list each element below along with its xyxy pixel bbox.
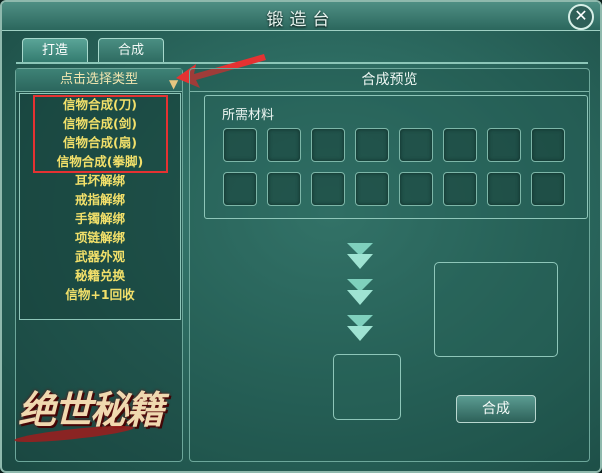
- type-list-panel: 点击选择类型 ▼ 信物合成(刀) 信物合成(剑) 信物合成(扇) 信物合成(拳脚…: [13, 68, 183, 462]
- preview-panel: 合成预览 所需材料 合成: [189, 68, 590, 462]
- material-slot[interactable]: [223, 128, 257, 162]
- materials-box: 所需材料: [204, 95, 588, 219]
- material-slot[interactable]: [355, 128, 389, 162]
- material-slot[interactable]: [311, 172, 345, 206]
- forge-window: 锻造台 ✕ 打造 合成 点击选择类型 ▼ 信物合成(刀) 信物合成(剑) 信物合…: [0, 0, 602, 473]
- list-item[interactable]: 秘籍兑换: [20, 266, 180, 285]
- material-slot[interactable]: [531, 172, 565, 206]
- close-button[interactable]: ✕: [568, 4, 594, 30]
- down-arrow-icon: [347, 243, 373, 269]
- material-slot[interactable]: [487, 172, 521, 206]
- game-logo: 绝世秘籍: [13, 379, 180, 459]
- list-item[interactable]: 武器外观: [20, 247, 180, 266]
- materials-label: 所需材料: [222, 108, 275, 123]
- tab-forge[interactable]: 打造: [22, 38, 88, 63]
- tab-divider: [16, 62, 588, 64]
- list-item[interactable]: 项链解绑: [20, 228, 180, 247]
- type-list: 信物合成(刀) 信物合成(剑) 信物合成(扇) 信物合成(拳脚) 耳坏解绑 戒指…: [19, 93, 181, 320]
- material-slot[interactable]: [223, 172, 257, 206]
- logo-text: 绝世秘籍: [18, 387, 164, 432]
- synthesize-button[interactable]: 合成: [456, 395, 536, 423]
- window-title: 锻造台: [266, 10, 336, 30]
- preview-title: 合成预览: [190, 69, 589, 92]
- material-slot[interactable]: [531, 128, 565, 162]
- material-slot[interactable]: [267, 172, 301, 206]
- down-arrow-icon: [347, 279, 373, 305]
- output-item-slot[interactable]: [333, 354, 401, 420]
- material-slot[interactable]: [443, 172, 477, 206]
- list-item[interactable]: 手镯解绑: [20, 209, 180, 228]
- tab-synthesis[interactable]: 合成: [98, 38, 164, 63]
- list-item[interactable]: 戒指解绑: [20, 190, 180, 209]
- list-item[interactable]: 耳坏解绑: [20, 171, 180, 190]
- material-slot[interactable]: [399, 172, 433, 206]
- material-slot[interactable]: [311, 128, 345, 162]
- material-slot[interactable]: [355, 172, 389, 206]
- title-bar: 锻造台 ✕: [2, 2, 600, 31]
- material-slot[interactable]: [267, 128, 301, 162]
- list-item[interactable]: 信物+1回收: [20, 285, 180, 304]
- material-slot[interactable]: [487, 128, 521, 162]
- down-arrow-icon: [347, 315, 373, 341]
- type-select-header[interactable]: 点击选择类型 ▼: [16, 69, 182, 92]
- type-select-label: 点击选择类型: [59, 72, 138, 87]
- material-slot[interactable]: [443, 128, 477, 162]
- preview-result-box: [434, 262, 558, 357]
- material-slot[interactable]: [399, 128, 433, 162]
- annotation-highlight-box: [33, 95, 168, 173]
